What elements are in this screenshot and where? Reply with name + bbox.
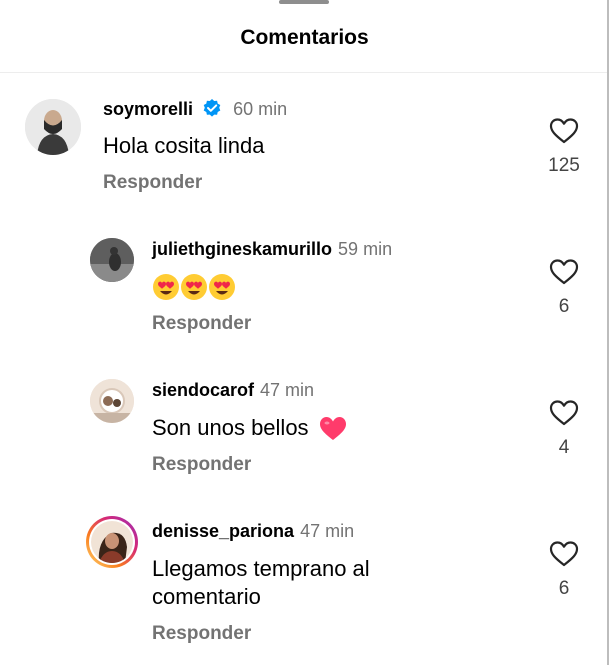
comment-text-content: Son unos bellos bbox=[152, 415, 309, 440]
like-count: 6 bbox=[558, 296, 570, 317]
verified-badge-icon bbox=[203, 99, 221, 117]
comment-meta: denisse_pariona 47 min bbox=[152, 521, 354, 542]
avatar[interactable] bbox=[90, 238, 134, 282]
heart-icon[interactable] bbox=[549, 117, 579, 145]
reply-button[interactable]: Responder bbox=[152, 623, 251, 645]
comment-text-line-2: comentario bbox=[152, 584, 261, 609]
timestamp: 59 min bbox=[338, 239, 393, 259]
like-count: 125 bbox=[548, 155, 580, 176]
comment-text bbox=[152, 272, 236, 302]
avatar-image bbox=[90, 379, 134, 423]
heart-icon[interactable] bbox=[549, 399, 579, 427]
avatar[interactable] bbox=[90, 379, 134, 423]
heart-eyes-emoji-icon bbox=[209, 274, 235, 301]
reply-button[interactable]: Responder bbox=[152, 454, 251, 476]
avatar-image bbox=[90, 238, 134, 282]
avatar-image bbox=[25, 99, 81, 155]
heart-eyes-emoji-icon bbox=[181, 274, 207, 301]
timestamp: 60 min bbox=[233, 99, 288, 119]
comment-meta: juliethgineskamurillo 59 min bbox=[152, 239, 392, 260]
username[interactable]: soymorelli bbox=[103, 99, 193, 119]
pink-heart-emoji-icon bbox=[319, 417, 346, 441]
avatar bbox=[89, 519, 135, 565]
heart-icon[interactable] bbox=[549, 258, 579, 286]
page-title: Comentarios bbox=[240, 26, 369, 49]
avatar-story-ring[interactable] bbox=[86, 516, 138, 568]
username[interactable]: juliethgineskamurillo bbox=[152, 239, 332, 259]
heart-icon[interactable] bbox=[549, 540, 579, 568]
like-count: 6 bbox=[558, 578, 570, 599]
comment-meta: soymorelli 60 min bbox=[103, 98, 287, 120]
reply-button[interactable]: Responder bbox=[152, 313, 251, 335]
timestamp: 47 min bbox=[300, 521, 355, 541]
username[interactable]: siendocarof bbox=[152, 380, 254, 400]
comment-text: Son unos bellos bbox=[152, 414, 347, 442]
comment-meta: siendocarof 47 min bbox=[152, 380, 314, 401]
comment-text-line-1: Llegamos temprano al bbox=[152, 556, 370, 581]
comments-sheet: Comentarios soymorelli 60 min Hola cosit… bbox=[0, 0, 609, 665]
reply-button[interactable]: Responder bbox=[103, 172, 202, 194]
comment-text: Hola cosita linda bbox=[103, 133, 265, 158]
username[interactable]: denisse_pariona bbox=[152, 521, 294, 541]
timestamp: 47 min bbox=[260, 380, 315, 400]
sheet-header: Comentarios bbox=[0, 0, 609, 73]
heart-eyes-emoji-icon bbox=[153, 274, 179, 301]
avatar-image bbox=[91, 521, 133, 563]
like-count: 4 bbox=[558, 437, 570, 458]
avatar[interactable] bbox=[25, 99, 81, 155]
